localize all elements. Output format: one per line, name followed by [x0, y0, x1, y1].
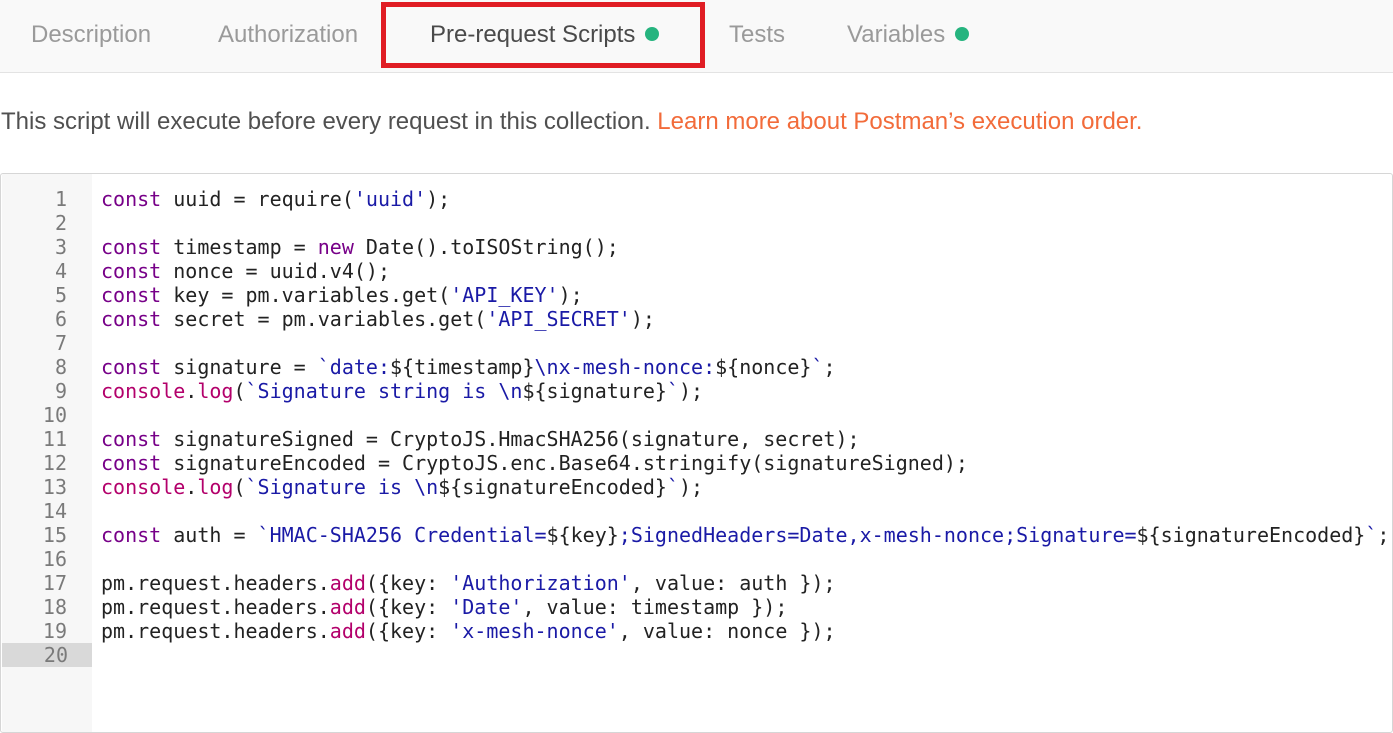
info-text: This script will execute before every re… [1, 108, 1142, 136]
code-line[interactable]: 14 [1, 499, 1392, 523]
line-number: 16 [42, 547, 67, 571]
code-text[interactable]: pm.request.headers.add({key: 'Authorizat… [101, 571, 836, 595]
line-number: 1 [54, 187, 67, 211]
code-line[interactable]: 11 const signatureSigned = CryptoJS.HmacS… [1, 427, 1392, 451]
code-text[interactable]: const signatureEncoded = CryptoJS.enc.Ba… [101, 451, 968, 475]
tab-label: Tests [729, 21, 786, 48]
line-number: 19 [42, 619, 67, 643]
code-line[interactable]: 2 [1, 211, 1392, 235]
line-number: 12 [42, 451, 67, 475]
tab-variables[interactable]: Variables [847, 0, 970, 72]
line-number: 8 [54, 355, 67, 379]
code-text[interactable]: const signature = `date:${timestamp}\nx-… [101, 355, 836, 379]
line-number: 7 [54, 331, 67, 355]
code-text[interactable]: pm.request.headers.add({key: 'Date', val… [101, 595, 787, 619]
code-text[interactable]: console.log(`Signature string is \n${sig… [101, 379, 703, 403]
code-text[interactable]: pm.request.headers.add({key: 'x-mesh-non… [101, 619, 836, 643]
code-line[interactable]: 4 const nonce = uuid.v4(); [1, 259, 1392, 283]
code-line[interactable]: 13 console.log(`Signature is \n${signatur… [1, 475, 1392, 499]
code-area[interactable]: 1 const uuid = require('uuid'); 2 3 const ti… [1, 187, 1392, 667]
line-number: 10 [42, 403, 67, 427]
code-line[interactable]: 15 const auth = `HMAC-SHA256 Credential=$… [1, 523, 1392, 547]
code-text[interactable]: const signatureSigned = CryptoJS.HmacSHA… [101, 427, 860, 451]
code-line[interactable]: 9 console.log(`Signature string is \n${si… [1, 379, 1392, 403]
info-message: This script will execute before every re… [1, 108, 658, 135]
code-line[interactable]: 6 const secret = pm.variables.get('API_SE… [1, 307, 1392, 331]
code-line[interactable]: 3 const timestamp = new Date().toISOStrin… [1, 235, 1392, 259]
line-number: 4 [54, 259, 67, 283]
line-number: 18 [42, 595, 67, 619]
line-number: 14 [42, 499, 67, 523]
line-number: 6 [54, 307, 67, 331]
code-line[interactable]: 7 [1, 331, 1392, 355]
line-number: 15 [42, 523, 67, 547]
code-line[interactable]: 10 [1, 403, 1392, 427]
tab-authorization[interactable]: Authorization [218, 0, 358, 72]
code-text[interactable]: const nonce = uuid.v4(); [101, 259, 390, 283]
line-number: 3 [54, 235, 67, 259]
tab-label: Variables [847, 21, 946, 48]
code-text[interactable]: const auth = `HMAC-SHA256 Credential=${k… [101, 523, 1389, 547]
code-line[interactable]: 8 const signature = `date:${timestamp}\nx… [1, 355, 1392, 379]
line-number: 11 [42, 427, 67, 451]
line-number: 20 [2, 643, 92, 667]
code-line[interactable]: 1 const uuid = require('uuid'); [1, 187, 1392, 211]
code-text[interactable]: const uuid = require('uuid'); [101, 187, 450, 211]
line-number: 13 [42, 475, 67, 499]
code-text[interactable]: const timestamp = new Date().toISOString… [101, 235, 619, 259]
code-line[interactable]: 17 pm.request.headers.add({key: 'Authoriz… [1, 571, 1392, 595]
code-line[interactable]: 12 const signatureEncoded = CryptoJS.enc.… [1, 451, 1392, 475]
tab-tests[interactable]: Tests [729, 0, 785, 72]
line-number: 2 [54, 211, 67, 235]
code-line[interactable]: 16 [1, 547, 1392, 571]
line-number: 9 [54, 379, 67, 403]
status-dot-icon [955, 27, 970, 41]
tab-description[interactable]: Description [31, 0, 151, 72]
code-line[interactable]: 19 pm.request.headers.add({key: 'x-mesh-n… [1, 619, 1392, 643]
code-text[interactable]: console.log(`Signature is \n${signatureE… [101, 475, 703, 499]
tab-bar: Description Authorization Pre-request Sc… [0, 0, 1393, 73]
code-text[interactable]: const secret = pm.variables.get('API_SEC… [101, 307, 655, 331]
execution-order-link[interactable]: Learn more about Postman’s execution ord… [657, 108, 1142, 135]
line-number: 5 [54, 283, 67, 307]
code-line[interactable]: 5 const key = pm.variables.get('API_KEY')… [1, 283, 1392, 307]
line-number: 17 [42, 571, 67, 595]
script-editor[interactable]: 1 const uuid = require('uuid'); 2 3 const ti… [0, 173, 1393, 733]
code-text[interactable]: const key = pm.variables.get('API_KEY'); [101, 283, 583, 307]
tab-label: Authorization [218, 21, 359, 48]
code-line[interactable]: 18 pm.request.headers.add({key: 'Date', v… [1, 595, 1392, 619]
code-line[interactable]: 20 [1, 643, 1392, 667]
highlight-box [381, 2, 705, 68]
tab-label: Description [31, 21, 152, 48]
